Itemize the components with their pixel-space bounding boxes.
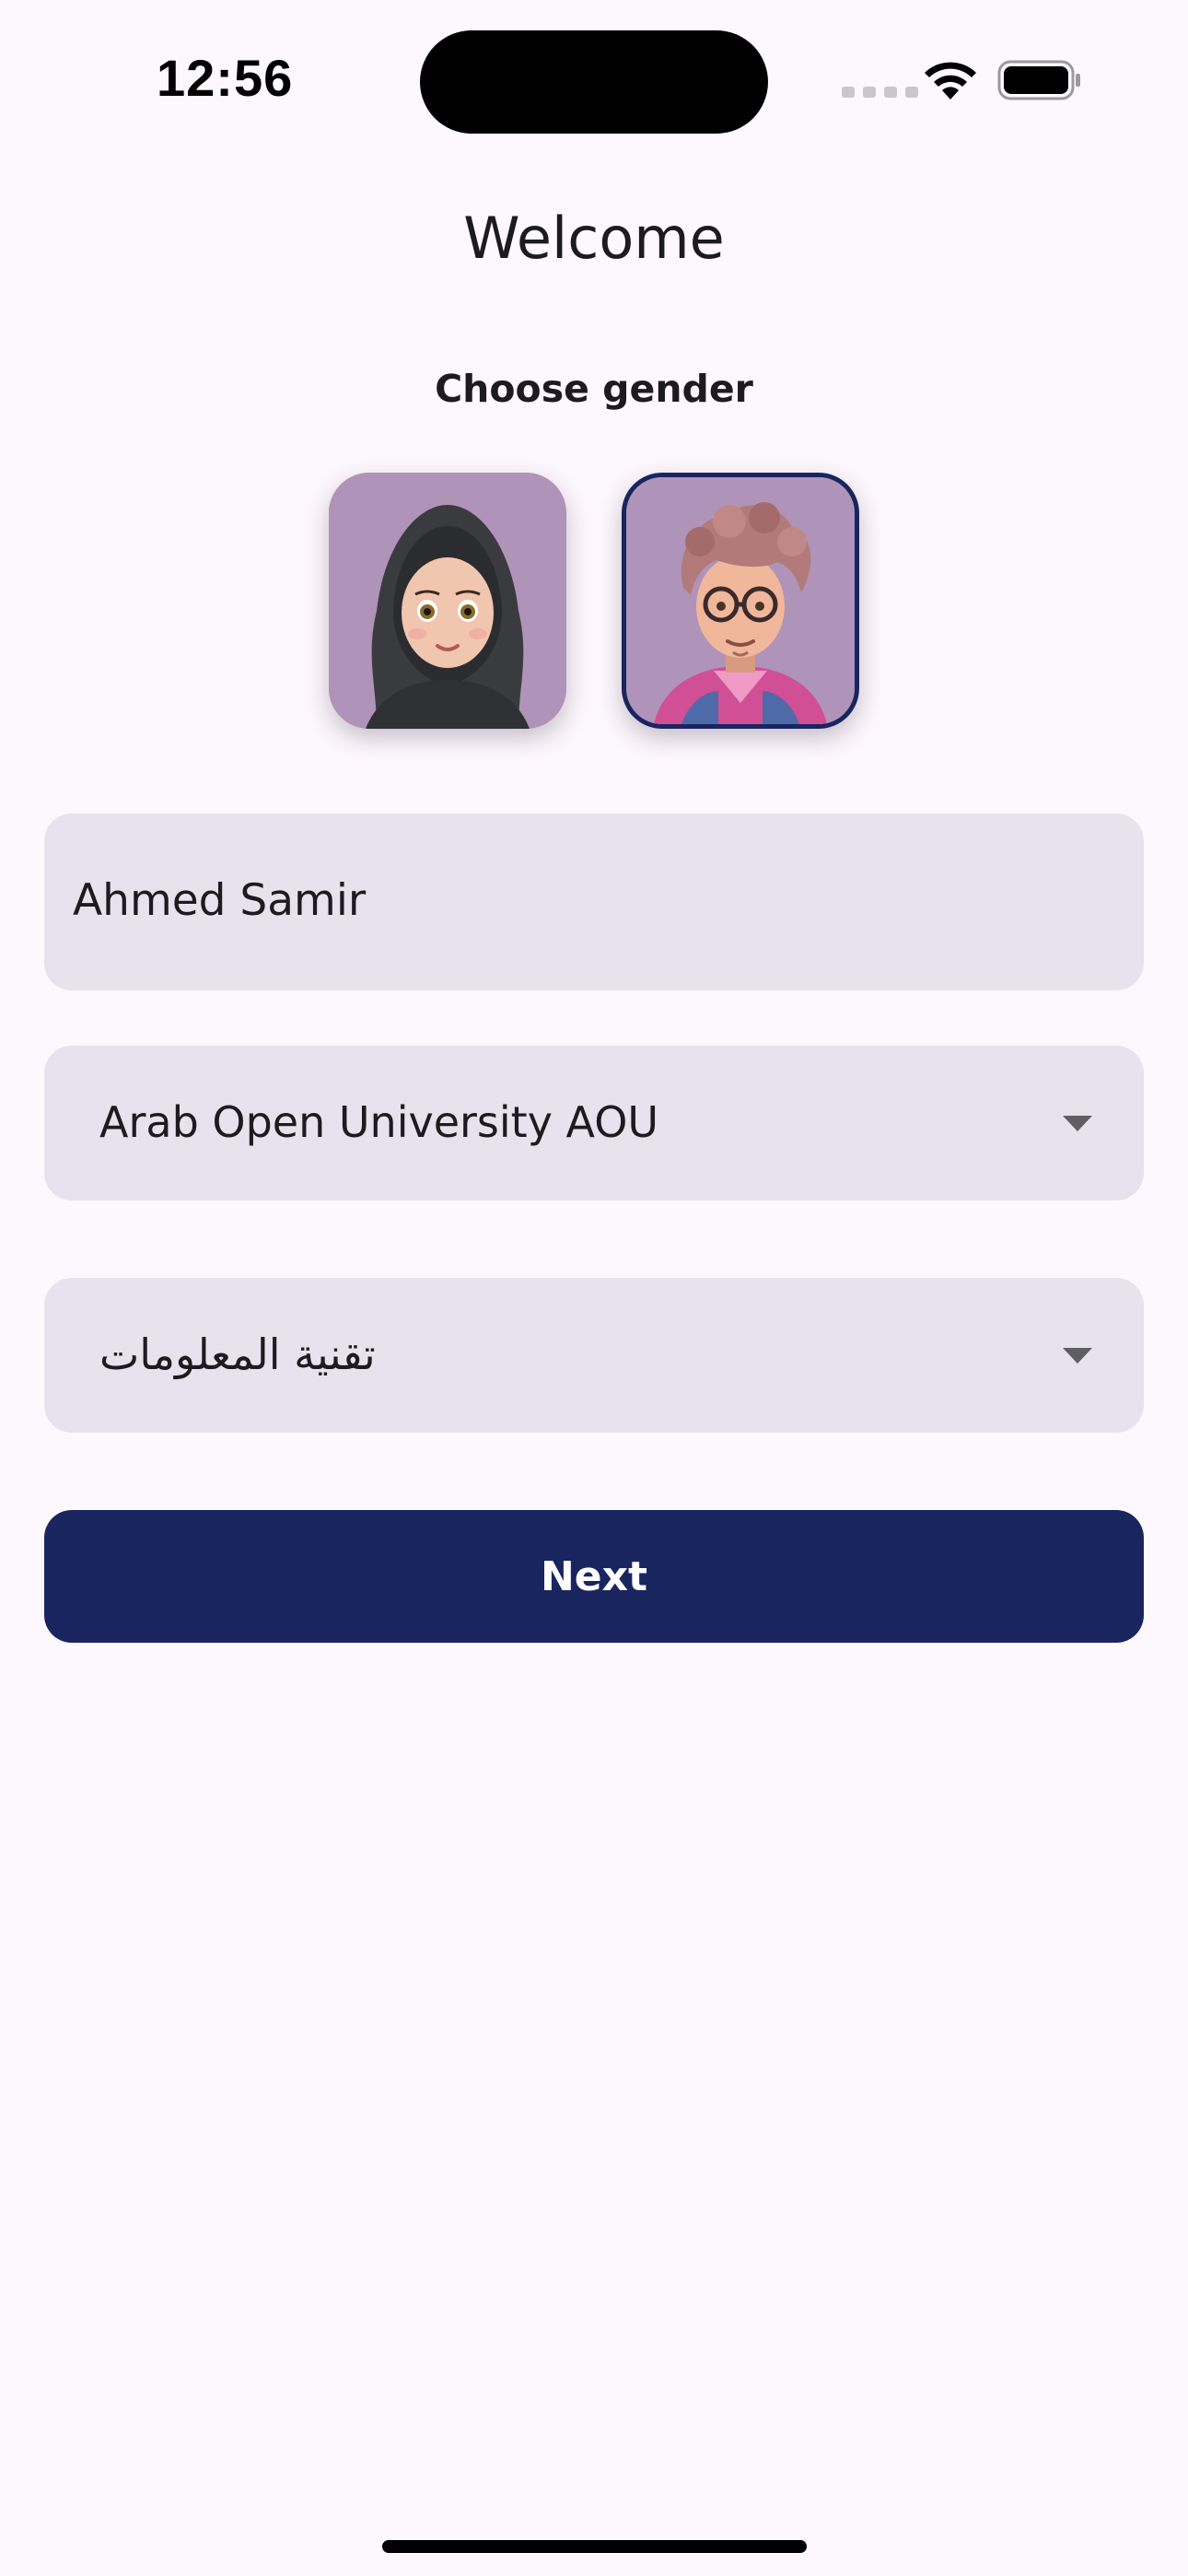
- name-field[interactable]: Ahmed Samir: [44, 814, 1144, 990]
- welcome-screen: 12:56 Welcome Choose gender Ahmed Samir …: [0, 0, 1188, 2576]
- status-time: 12:56: [157, 49, 294, 107]
- female-avatar-option[interactable]: [329, 473, 566, 729]
- university-dropdown[interactable]: Arab Open University AOU: [44, 1046, 1144, 1200]
- dynamic-island: [420, 30, 768, 134]
- choose-gender-label: Choose gender: [435, 367, 753, 411]
- university-dropdown-value: Arab Open University AOU: [99, 1097, 659, 1147]
- male-avatar-option[interactable]: [622, 473, 859, 729]
- name-field-value: Ahmed Samir: [73, 875, 367, 926]
- page-title: Welcome: [463, 205, 725, 272]
- chevron-down-icon: [1063, 1116, 1092, 1131]
- major-dropdown-value: تقنية المعلومات: [99, 1329, 376, 1379]
- major-dropdown[interactable]: تقنية المعلومات: [44, 1278, 1144, 1433]
- wifi-icon: [925, 62, 976, 100]
- female-avatar-icon: [329, 473, 566, 729]
- next-button[interactable]: Next: [44, 1510, 1144, 1643]
- chevron-down-icon: [1063, 1348, 1092, 1364]
- cellular-signal-icon: [842, 87, 918, 98]
- male-avatar-icon: [626, 477, 855, 724]
- status-bar: 12:56: [0, 0, 1188, 157]
- battery-icon: [997, 60, 1080, 100]
- home-indicator[interactable]: [382, 2540, 807, 2553]
